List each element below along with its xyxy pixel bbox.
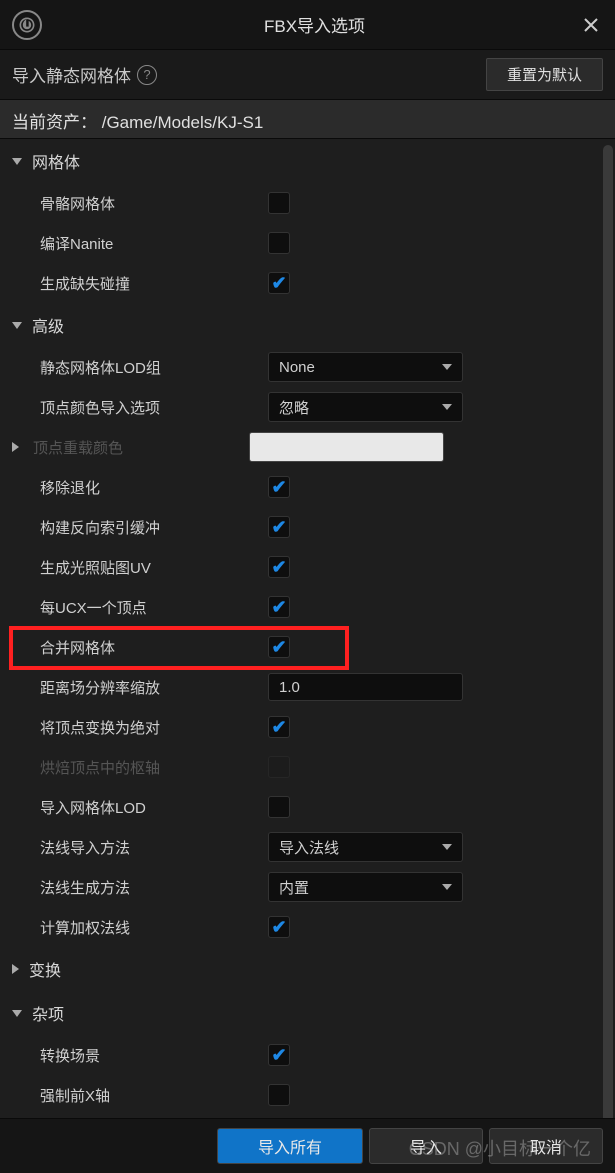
section-misc[interactable]: 杂项 [0, 991, 615, 1035]
normal-gen-method-value: 内置 [279, 877, 309, 898]
lod-group-dropdown[interactable]: None [268, 352, 463, 382]
convert-scene-checkbox[interactable]: ✔ [268, 1044, 290, 1066]
gen-missing-collision-label: 生成缺失碰撞 [40, 273, 268, 294]
reset-to-default-button[interactable]: 重置为默认 [486, 58, 603, 91]
vertex-override-color-label: 顶点重载颜色 [33, 437, 249, 458]
normal-gen-method-dropdown[interactable]: 内置 [268, 872, 463, 902]
remove-degenerates-label: 移除退化 [40, 477, 268, 498]
gen-lightmap-uv-checkbox[interactable]: ✔ [268, 556, 290, 578]
normal-import-method-label: 法线导入方法 [40, 837, 268, 858]
combine-meshes-checkbox[interactable]: ✔ [268, 636, 290, 658]
import-all-button[interactable]: 导入所有 [217, 1128, 363, 1164]
transform-vertex-absolute-label: 将顶点变换为绝对 [40, 717, 268, 738]
lod-group-value: None [279, 359, 315, 376]
normal-gen-method-label: 法线生成方法 [40, 877, 268, 898]
help-icon[interactable]: ? [137, 65, 157, 85]
section-misc-label: 杂项 [32, 1001, 64, 1025]
current-asset-path: /Game/Models/KJ-S1 [102, 113, 264, 132]
one-convex-per-ucx-label: 每UCX一个顶点 [40, 597, 268, 618]
import-mesh-lod-label: 导入网格体LOD [40, 797, 268, 818]
skeletal-mesh-checkbox[interactable] [268, 192, 290, 214]
current-asset-label: 当前资产： [12, 113, 97, 132]
bake-pivot-checkbox [268, 756, 290, 778]
transform-vertex-absolute-checkbox[interactable]: ✔ [268, 716, 290, 738]
compute-weighted-normals-checkbox[interactable]: ✔ [268, 916, 290, 938]
chevron-down-icon [12, 322, 22, 329]
force-front-x-checkbox[interactable] [268, 1084, 290, 1106]
section-transform-label: 变换 [29, 957, 61, 981]
bake-pivot-label: 烘焙顶点中的枢轴 [40, 757, 268, 778]
section-advanced-label: 高级 [32, 313, 64, 337]
ue-logo-icon [12, 10, 42, 40]
scrollbar[interactable] [603, 145, 613, 1119]
build-reversed-index-label: 构建反向索引缓冲 [40, 517, 268, 538]
convert-scene-label: 转换场景 [40, 1045, 268, 1066]
compute-weighted-normals-label: 计算加权法线 [40, 917, 268, 938]
distance-field-res-input[interactable] [268, 673, 463, 701]
chevron-down-icon [442, 844, 452, 850]
lod-group-label: 静态网格体LOD组 [40, 357, 268, 378]
normal-import-method-dropdown[interactable]: 导入法线 [268, 832, 463, 862]
chevron-down-icon [12, 158, 22, 165]
import-mode-label: 导入静态网格体 [12, 62, 131, 87]
normal-import-method-value: 导入法线 [279, 837, 339, 858]
force-front-x-label: 强制前X轴 [40, 1085, 268, 1106]
vertex-override-color-swatch[interactable] [249, 432, 444, 462]
vertex-color-option-label: 顶点颜色导入选项 [40, 397, 268, 418]
build-nanite-checkbox[interactable] [268, 232, 290, 254]
cancel-button[interactable]: 取消 [489, 1128, 603, 1164]
section-mesh-label: 网格体 [32, 149, 80, 173]
vertex-color-option-value: 忽略 [279, 397, 309, 418]
import-mesh-lod-checkbox[interactable] [268, 796, 290, 818]
build-nanite-label: 编译Nanite [40, 233, 268, 254]
import-button[interactable]: 导入 [369, 1128, 483, 1164]
build-reversed-index-checkbox[interactable]: ✔ [268, 516, 290, 538]
chevron-down-icon [442, 364, 452, 370]
chevron-down-icon [12, 1010, 22, 1017]
remove-degenerates-checkbox[interactable]: ✔ [268, 476, 290, 498]
skeletal-mesh-label: 骨骼网格体 [40, 193, 268, 214]
gen-missing-collision-checkbox[interactable]: ✔ [268, 272, 290, 294]
distance-field-res-label: 距离场分辨率缩放 [40, 677, 268, 698]
dialog-title: FBX导入选项 [50, 12, 579, 37]
gen-lightmap-uv-label: 生成光照贴图UV [40, 557, 268, 578]
chevron-right-icon[interactable] [12, 442, 19, 452]
chevron-right-icon [12, 964, 19, 974]
vertex-color-option-dropdown[interactable]: 忽略 [268, 392, 463, 422]
section-mesh[interactable]: 网格体 [0, 139, 615, 183]
chevron-down-icon [442, 404, 452, 410]
combine-meshes-label: 合并网格体 [40, 637, 268, 658]
chevron-down-icon [442, 884, 452, 890]
section-transform[interactable]: 变换 [0, 947, 615, 991]
close-button[interactable] [579, 13, 603, 37]
one-convex-per-ucx-checkbox[interactable]: ✔ [268, 596, 290, 618]
section-advanced[interactable]: 高级 [0, 303, 615, 347]
